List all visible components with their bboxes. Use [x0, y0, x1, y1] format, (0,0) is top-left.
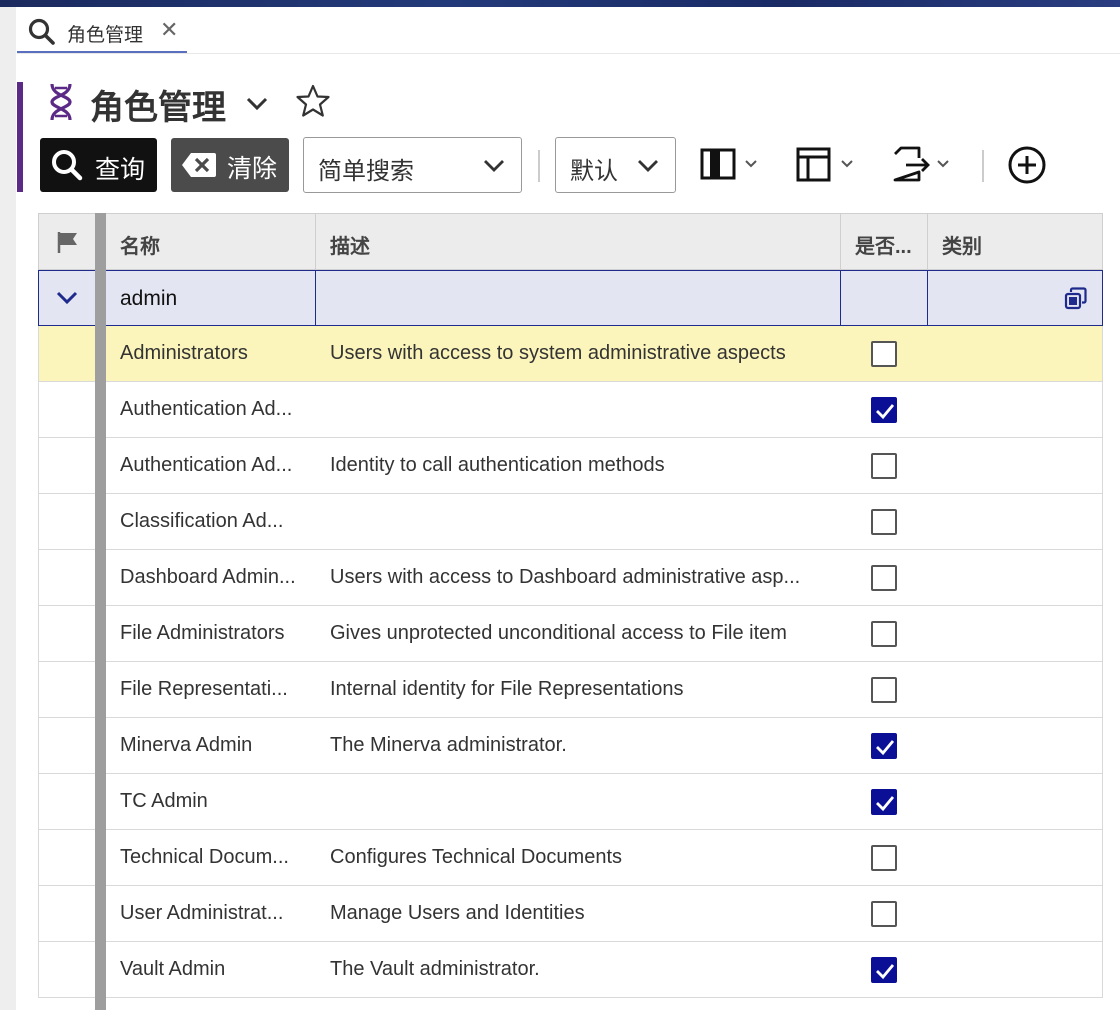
role-description: Identity to call authentication methods — [330, 454, 665, 476]
role-checkbox[interactable] — [871, 901, 897, 927]
clear-label: 清除 — [227, 155, 278, 183]
header-accent-bar — [17, 82, 23, 192]
role-name: Authentication Ad... — [120, 398, 293, 420]
toolbar-divider — [538, 150, 540, 182]
role-checkbox[interactable] — [871, 677, 897, 703]
tab-label: 角色管理 — [67, 25, 144, 46]
add-circle-icon[interactable] — [1007, 145, 1047, 190]
role-name: Authentication Ad... — [120, 454, 293, 476]
role-description: Manage Users and Identities — [330, 902, 585, 924]
role-name: TC Admin — [120, 790, 208, 812]
role-checkbox[interactable] — [871, 789, 897, 815]
role-checkbox[interactable] — [871, 733, 897, 759]
role-description: Users with access to Dashboard administr… — [330, 566, 801, 588]
column-header-description[interactable]: 描述 — [330, 214, 370, 270]
role-name: File Representati... — [120, 678, 288, 700]
table-row[interactable]: User Administrat... Manage Users and Iden… — [38, 886, 1103, 942]
role-name: User Administrat... — [120, 902, 284, 924]
left-gutter — [0, 7, 16, 1010]
column-header-category[interactable]: 类别 — [942, 214, 982, 270]
page-title: 角色管理 — [90, 89, 226, 127]
role-checkbox[interactable] — [871, 341, 897, 367]
search-icon — [28, 18, 56, 51]
table-row[interactable]: Dashboard Admin... Users with access to D… — [38, 550, 1103, 606]
chevron-down-icon — [484, 160, 504, 172]
group-row[interactable]: admin — [38, 270, 1103, 326]
row-header-divider — [95, 213, 106, 1010]
table-row[interactable]: Authentication Ad... Identity to call aut… — [38, 438, 1103, 494]
table-row[interactable]: Classification Ad... — [38, 494, 1103, 550]
view-mode-select[interactable]: 默认 — [555, 137, 676, 193]
table-row[interactable]: Vault Admin The Vault administrator. — [38, 942, 1103, 998]
table-header: 名称 描述 是否... 类别 — [38, 213, 1103, 270]
role-name: Administrators — [120, 342, 248, 364]
role-name: Dashboard Admin... — [120, 566, 296, 588]
query-label: 查询 — [95, 156, 146, 184]
role-checkbox[interactable] — [871, 621, 897, 647]
role-name: Minerva Admin — [120, 734, 253, 756]
role-name: File Administrators — [120, 622, 285, 644]
role-name: Classification Ad... — [120, 510, 284, 532]
table-row[interactable]: Administrators Users with access to syste… — [38, 326, 1103, 382]
role-description: Configures Technical Documents — [330, 846, 623, 868]
dna-icon — [44, 82, 78, 127]
checkmark-icon — [876, 740, 895, 756]
column-header-flag[interactable]: 是否... — [855, 214, 912, 270]
role-checkbox[interactable] — [871, 397, 897, 423]
tab-divider — [17, 53, 1120, 54]
roles-table: 名称 描述 是否... 类别 admin Administrators Users… — [38, 213, 1103, 1010]
table-row[interactable]: TC Admin — [38, 774, 1103, 830]
search-icon — [52, 150, 83, 181]
table-row[interactable]: Minerva Admin The Minerva administrator. — [38, 718, 1103, 774]
role-checkbox[interactable] — [871, 845, 897, 871]
column-divider — [927, 214, 928, 270]
star-icon[interactable] — [295, 83, 331, 124]
role-checkbox[interactable] — [871, 565, 897, 591]
group-label: admin — [120, 287, 178, 310]
toolbar-divider — [982, 150, 984, 182]
tab-role-management[interactable]: 角色管理 ✕ — [17, 9, 187, 54]
table-row[interactable]: Technical Docum... Configures Technical D… — [38, 830, 1103, 886]
window-top-bar — [0, 0, 1120, 7]
column-header-name[interactable]: 名称 — [120, 214, 160, 270]
chevron-down-icon — [638, 160, 658, 172]
role-description: The Minerva administrator. — [330, 734, 567, 756]
search-mode-value: 简单搜索 — [318, 158, 414, 185]
view-mode-value: 默认 — [570, 158, 618, 185]
table-row[interactable]: Authentication Ad... — [38, 382, 1103, 438]
chevron-down-icon[interactable] — [243, 90, 271, 123]
checkmark-icon — [876, 404, 895, 420]
table-row[interactable]: File Representati... Internal identity fo… — [38, 662, 1103, 718]
role-description: Gives unprotected unconditional access t… — [330, 622, 787, 644]
clear-button[interactable]: 清除 — [171, 138, 289, 192]
backspace-icon — [182, 153, 216, 177]
checkmark-icon — [876, 796, 895, 812]
role-checkbox[interactable] — [871, 957, 897, 983]
role-description: Internal identity for File Representatio… — [330, 678, 684, 700]
search-mode-select[interactable]: 简单搜索 — [303, 137, 522, 193]
role-checkbox[interactable] — [871, 509, 897, 535]
copy-icon[interactable] — [1064, 287, 1088, 316]
role-description: The Vault administrator. — [330, 958, 540, 980]
query-button[interactable]: 查询 — [40, 138, 157, 192]
role-description: Users with access to system administrati… — [330, 342, 786, 364]
close-icon[interactable]: ✕ — [160, 17, 178, 43]
role-checkbox[interactable] — [871, 453, 897, 479]
flag-icon[interactable] — [56, 230, 80, 259]
role-name: Vault Admin — [120, 958, 226, 980]
checkmark-icon — [876, 964, 895, 980]
table-row[interactable]: File Administrators Gives unprotected unc… — [38, 606, 1103, 662]
layout-panel-icon[interactable] — [796, 144, 860, 189]
column-divider — [840, 214, 841, 270]
export-icon[interactable] — [892, 144, 956, 189]
chevron-down-icon[interactable] — [54, 285, 80, 314]
columns-icon[interactable] — [700, 144, 764, 189]
role-name: Technical Docum... — [120, 846, 289, 868]
column-divider — [315, 214, 316, 270]
